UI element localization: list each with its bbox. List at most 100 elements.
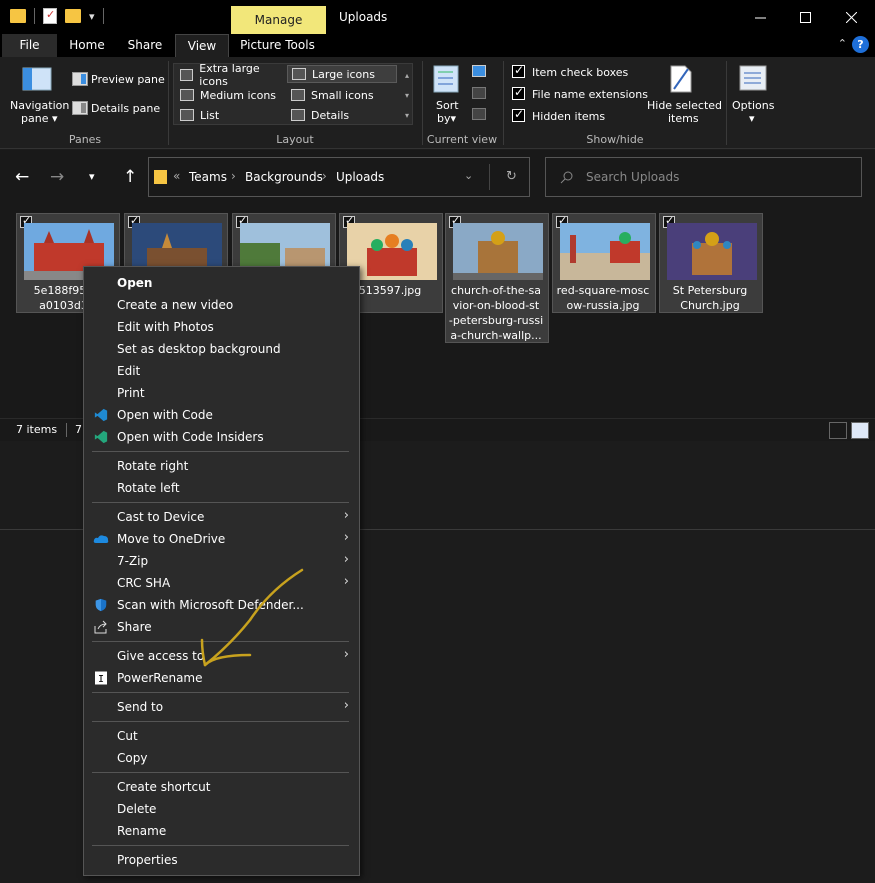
item-check-boxes-checkbox[interactable] xyxy=(512,63,525,78)
address-bar[interactable]: « Teams › Backgrounds › Uploads ⌄ ↻ xyxy=(148,157,530,197)
close-button[interactable] xyxy=(828,0,874,34)
tab-view[interactable]: View xyxy=(175,34,229,57)
help-icon[interactable]: ? xyxy=(852,36,869,53)
minimize-icon xyxy=(754,17,766,18)
details-option[interactable]: Details xyxy=(287,106,397,124)
file-tile[interactable]: red-square-mosc ow-russia.jpg xyxy=(552,213,656,313)
chevron-right-icon: › xyxy=(343,552,349,567)
small-icons-option[interactable]: Small icons xyxy=(287,86,397,104)
search-box[interactable]: Search Uploads xyxy=(545,157,862,197)
back-icon[interactable]: ← xyxy=(15,167,29,187)
large-icons-view-button[interactable] xyxy=(851,422,869,439)
hidden-items-checkbox[interactable] xyxy=(512,107,525,122)
tab-picture-tools[interactable]: Picture Tools xyxy=(235,34,320,57)
menu-item-set-desktop-background[interactable]: Set as desktop background xyxy=(84,338,359,360)
menu-item-rotate-left[interactable]: Rotate left xyxy=(84,477,359,499)
details-view-button[interactable] xyxy=(829,422,847,439)
extra-large-icons-option[interactable]: Extra large icons xyxy=(176,62,286,88)
customize-toolbar-icon[interactable]: ▾ xyxy=(89,10,95,23)
size-columns-icon[interactable] xyxy=(472,108,486,120)
menu-item-print[interactable]: Print xyxy=(84,382,359,404)
menu-item-cast-to-device[interactable]: Cast to Device › xyxy=(84,506,359,528)
menu-item-copy[interactable]: Copy xyxy=(84,747,359,769)
menu-item-open[interactable]: Open xyxy=(84,272,359,294)
menu-item-label: Open xyxy=(117,276,153,290)
chevron-down-icon[interactable]: ⌄ xyxy=(464,169,473,182)
folder-icon[interactable] xyxy=(10,9,26,23)
hidden-items-label: Hidden items xyxy=(532,110,606,123)
breadcrumb-teams[interactable]: Teams xyxy=(189,170,227,184)
file-name: church-of-the-sa vior-on-blood-st -peter… xyxy=(448,283,544,343)
item-check-boxes-label: Item check boxes xyxy=(532,66,629,79)
properties-icon[interactable] xyxy=(43,8,57,24)
new-folder-icon[interactable] xyxy=(65,9,81,23)
medium-icons-label: Medium icons xyxy=(200,88,277,102)
file-tile[interactable] xyxy=(232,213,336,280)
collapse-ribbon-icon[interactable]: ⌃ xyxy=(838,37,847,50)
minimize-button[interactable] xyxy=(737,0,783,34)
menu-item-edit-with-photos[interactable]: Edit with Photos xyxy=(84,316,359,338)
refresh-icon[interactable]: ↻ xyxy=(506,169,517,184)
list-icon xyxy=(180,109,194,121)
chevron-right-icon[interactable]: › xyxy=(231,169,236,183)
file-thumbnail xyxy=(667,223,757,280)
group-by-icon[interactable] xyxy=(472,65,486,77)
menu-item-move-to-onedrive[interactable]: Move to OneDrive › xyxy=(84,528,359,550)
menu-item-create-video[interactable]: Create a new video xyxy=(84,294,359,316)
hide-selected-sub: items xyxy=(668,112,699,125)
file-name-line: ow-russia.jpg xyxy=(566,299,640,312)
chevron-right-icon[interactable]: › xyxy=(322,169,327,183)
navigation-pane-button[interactable]: Navigation xyxy=(10,99,69,112)
medium-icons-icon xyxy=(180,89,194,101)
tab-share[interactable]: Share xyxy=(120,34,170,57)
preview-pane-icon xyxy=(72,72,88,86)
breadcrumb-backgrounds[interactable]: Backgrounds xyxy=(245,170,323,184)
file-thumbnail xyxy=(560,223,650,280)
overflow-icon[interactable]: « xyxy=(173,169,180,183)
preview-pane-button[interactable]: Preview pane xyxy=(91,73,165,86)
menu-item-properties[interactable]: Properties xyxy=(84,849,359,871)
sort-by-sub-label: by xyxy=(437,112,451,125)
recent-locations-icon[interactable]: ▾ xyxy=(89,170,95,183)
file-name-extensions-checkbox[interactable] xyxy=(512,85,525,100)
tab-manage[interactable]: Manage xyxy=(231,6,326,34)
title-bar: ▾ Manage Uploads xyxy=(0,0,875,34)
file-tile[interactable] xyxy=(124,213,228,280)
up-icon[interactable]: ↑ xyxy=(123,167,137,187)
details-icon xyxy=(291,109,305,121)
forward-icon[interactable]: → xyxy=(50,167,64,187)
tab-file[interactable]: File xyxy=(2,34,57,57)
file-name-line: red-square-mosc xyxy=(556,284,650,297)
maximize-button[interactable] xyxy=(782,0,828,34)
list-option[interactable]: List xyxy=(176,106,286,124)
divider xyxy=(726,61,727,145)
large-icons-option[interactable]: Large icons xyxy=(287,65,397,83)
file-tile[interactable]: church-of-the-sa vior-on-blood-st -peter… xyxy=(445,213,549,343)
gallery-scroll-icon[interactable]: ▴ ▾ ▾ xyxy=(405,66,409,126)
navigation-pane-sub-label: pane xyxy=(21,112,49,125)
medium-icons-option[interactable]: Medium icons xyxy=(176,86,286,104)
options-dropdown-icon[interactable]: ▾ xyxy=(749,112,755,125)
breadcrumb-uploads[interactable]: Uploads xyxy=(336,170,384,184)
menu-item-edit[interactable]: Edit xyxy=(84,360,359,382)
tab-home[interactable]: Home xyxy=(62,34,112,57)
menu-item-cut[interactable]: Cut xyxy=(84,725,359,747)
file-name: red-square-mosc ow-russia.jpg xyxy=(555,283,651,313)
small-icons-icon xyxy=(291,89,305,101)
file-tile[interactable]: St Petersburg Church.jpg xyxy=(659,213,763,313)
details-pane-button[interactable]: Details pane xyxy=(91,102,160,115)
add-columns-icon[interactable] xyxy=(472,87,486,99)
menu-item-create-shortcut[interactable]: Create shortcut xyxy=(84,776,359,798)
menu-item-open-with-code-insiders[interactable]: Open with Code Insiders xyxy=(84,426,359,448)
divider xyxy=(489,164,490,190)
hide-selected-button[interactable]: Hide selected xyxy=(647,99,722,112)
sort-by-button[interactable]: Sort xyxy=(436,99,459,112)
menu-item-label: Move to OneDrive xyxy=(117,532,226,546)
menu-item-open-with-code[interactable]: Open with Code xyxy=(84,404,359,426)
menu-item-rename[interactable]: Rename xyxy=(84,820,359,842)
menu-item-send-to[interactable]: Send to › xyxy=(84,696,359,718)
menu-item-delete[interactable]: Delete xyxy=(84,798,359,820)
menu-item-rotate-right[interactable]: Rotate right xyxy=(84,455,359,477)
options-button[interactable]: Options xyxy=(732,99,774,112)
menu-item-label: Open with Code xyxy=(117,408,213,422)
